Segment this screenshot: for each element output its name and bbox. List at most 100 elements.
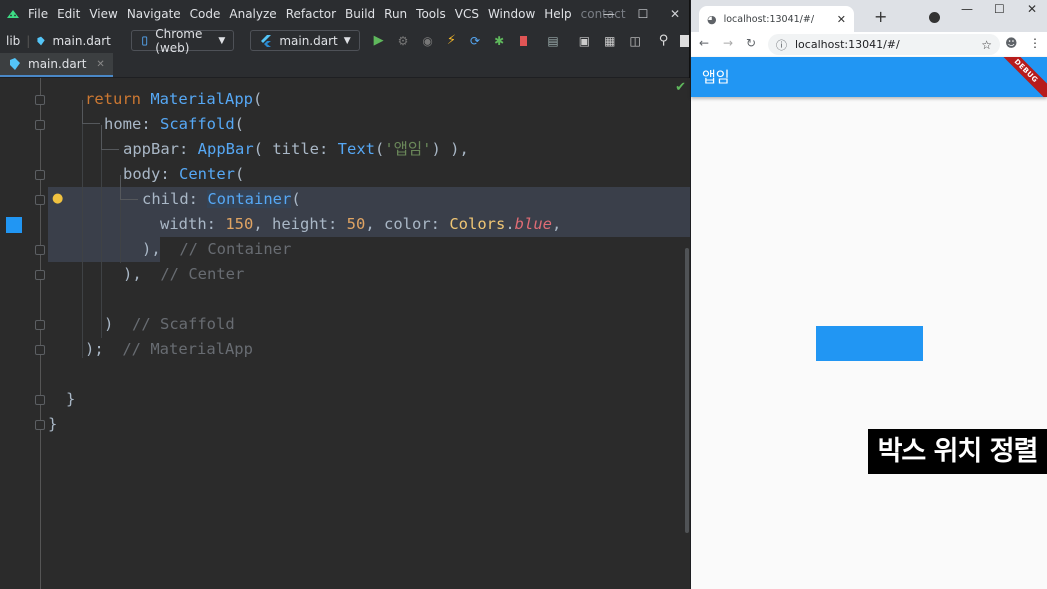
menu-build[interactable]: Build xyxy=(345,7,375,21)
fold-marker[interactable] xyxy=(35,345,45,355)
menu-refactor[interactable]: Refactor xyxy=(286,7,336,21)
code-line: return MaterialApp( xyxy=(85,90,263,108)
maximize-icon[interactable]: ☐ xyxy=(628,0,658,27)
record-icon[interactable] xyxy=(929,12,940,23)
blue-container-box xyxy=(816,326,923,361)
maximize-icon[interactable]: ☐ xyxy=(994,2,1005,16)
browser-tab-strip: ◕ localhost:13041/#/ ✕ + — ☐ ✕ xyxy=(691,0,1047,32)
run-config-label: main.dart xyxy=(279,33,338,48)
app-bar-title: 앱임 xyxy=(702,68,730,86)
menu-code[interactable]: Code xyxy=(190,7,221,21)
fold-marker[interactable] xyxy=(35,420,45,430)
caption-overlay: 박스 위치 정렬 xyxy=(868,429,1047,474)
chevron-down-icon: ▼ xyxy=(343,35,351,46)
color-swatch-icon xyxy=(6,217,22,233)
code-line: ) // Scaffold xyxy=(104,315,235,333)
code-line: child: Container( xyxy=(142,190,301,208)
gutter-divider xyxy=(40,78,41,589)
avd-manager-icon[interactable]: ▦ xyxy=(604,34,615,48)
code-line: home: Scaffold( xyxy=(104,115,245,133)
reload-icon[interactable]: ↻ xyxy=(746,36,756,50)
address-bar-url: localhost:13041/#/ xyxy=(795,38,900,51)
fold-marker[interactable] xyxy=(35,195,45,205)
chevron-down-icon: ▼ xyxy=(218,35,226,46)
code-line: } xyxy=(48,415,58,433)
fold-marker[interactable] xyxy=(35,170,45,180)
device-manager-icon[interactable]: ▤ xyxy=(547,34,558,48)
code-content: return MaterialApp( home: Scaffold( appB… xyxy=(48,78,690,589)
fold-marker[interactable] xyxy=(35,245,45,255)
run-icon[interactable]: ▶ xyxy=(374,33,384,48)
new-tab-icon[interactable]: + xyxy=(874,7,887,26)
checkmark-icon: ✔ xyxy=(675,80,686,95)
dart-file-icon xyxy=(37,36,46,45)
close-icon[interactable]: ✕ xyxy=(660,0,690,27)
phone-icon xyxy=(142,36,148,45)
fold-marker[interactable] xyxy=(35,95,45,105)
browser-tab[interactable]: ◕ localhost:13041/#/ ✕ xyxy=(699,6,854,32)
back-icon[interactable]: ← xyxy=(699,36,709,50)
code-line: body: Center( xyxy=(123,165,245,183)
fold-marker[interactable] xyxy=(35,395,45,405)
terminal-icon[interactable]: ▣ xyxy=(579,34,590,48)
more-menu-icon[interactable]: ⋮ xyxy=(1029,36,1041,50)
fold-marker[interactable] xyxy=(35,320,45,330)
debug-icon[interactable]: ⚙ xyxy=(398,34,409,48)
code-line: } xyxy=(66,390,76,408)
menu-bar: File Edit View Navigate Code Analyze Ref… xyxy=(0,0,689,27)
menu-file[interactable]: File xyxy=(28,7,48,21)
info-icon: ⓘ xyxy=(776,38,787,52)
settings-icon[interactable] xyxy=(680,34,689,47)
code-editor[interactable]: ● return MaterialApp( home: Scaffold( ap… xyxy=(0,78,690,589)
hot-restart-icon[interactable]: ⟳ xyxy=(470,34,480,48)
menu-edit[interactable]: Edit xyxy=(57,7,80,21)
forward-icon[interactable]: → xyxy=(723,36,733,50)
menu-window[interactable]: Window xyxy=(488,7,535,21)
fold-marker[interactable] xyxy=(35,270,45,280)
fold-marker[interactable] xyxy=(35,120,45,130)
device-selector-label: Chrome (web) xyxy=(155,26,203,55)
address-bar[interactable]: ⓘ localhost:13041/#/ ☆ xyxy=(768,34,1000,55)
sdk-manager-icon[interactable]: ◫ xyxy=(629,34,640,48)
code-line: ), // Center xyxy=(123,265,245,283)
device-selector[interactable]: Chrome (web) ▼ xyxy=(130,27,235,55)
tab-main-dart[interactable]: main.dart ✕ xyxy=(0,53,113,77)
close-icon[interactable]: ✕ xyxy=(1027,2,1037,16)
close-tab-icon[interactable]: ✕ xyxy=(837,13,846,26)
browser-toolbar: ← → ↻ ⓘ localhost:13041/#/ ☆ ☻ ⋮ xyxy=(691,32,1047,56)
hot-reload-icon[interactable]: ⚡ xyxy=(447,33,456,48)
menu-vcs[interactable]: VCS xyxy=(455,7,479,21)
tab-label: main.dart xyxy=(28,57,87,71)
menu-view[interactable]: View xyxy=(89,7,117,21)
vertical-scrollbar[interactable] xyxy=(685,248,689,533)
menu-analyze[interactable]: Analyze xyxy=(229,7,276,21)
attach-debugger-icon[interactable]: ✱ xyxy=(494,34,504,48)
browser-tab-title: localhost:13041/#/ xyxy=(723,13,815,25)
breadcrumb-lib[interactable]: lib xyxy=(6,34,20,48)
flutter-icon xyxy=(261,34,272,47)
flutter-app-bar: 앱임 DEBUG xyxy=(691,57,1047,97)
menu-run[interactable]: Run xyxy=(384,7,407,21)
debug-banner: DEBUG xyxy=(989,57,1047,97)
profile-icon[interactable]: ☻ xyxy=(1005,36,1018,50)
minimize-icon[interactable]: — xyxy=(594,0,624,27)
code-line: width: 150, height: 50, color: Colors.bl… xyxy=(160,215,562,233)
minimize-icon[interactable]: — xyxy=(961,2,973,16)
menu-tools[interactable]: Tools xyxy=(416,7,446,21)
breadcrumb-file[interactable]: main.dart xyxy=(52,34,110,48)
menu-navigate[interactable]: Navigate xyxy=(127,7,181,21)
code-line: ); // MaterialApp xyxy=(85,340,253,358)
editor-tabs: main.dart ✕ xyxy=(0,53,689,78)
toolbar: lib | main.dart Chrome (web) ▼ main.dart… xyxy=(0,27,689,55)
search-icon[interactable]: ⚲ xyxy=(659,33,669,48)
code-line: appBar: AppBar( title: Text('앱임') ), xyxy=(123,140,469,158)
code-line: ), // Container xyxy=(142,240,292,258)
run-config-selector[interactable]: main.dart ▼ xyxy=(250,30,360,51)
menu-help[interactable]: Help xyxy=(544,7,571,21)
coverage-icon[interactable]: ◉ xyxy=(422,34,432,48)
browser-window: ◕ localhost:13041/#/ ✕ + — ☐ ✕ ← → ↻ ⓘ l… xyxy=(691,0,1047,589)
stop-icon[interactable] xyxy=(520,35,528,46)
star-icon[interactable]: ☆ xyxy=(981,38,992,52)
dart-file-icon xyxy=(10,58,20,70)
close-tab-icon[interactable]: ✕ xyxy=(96,59,104,70)
